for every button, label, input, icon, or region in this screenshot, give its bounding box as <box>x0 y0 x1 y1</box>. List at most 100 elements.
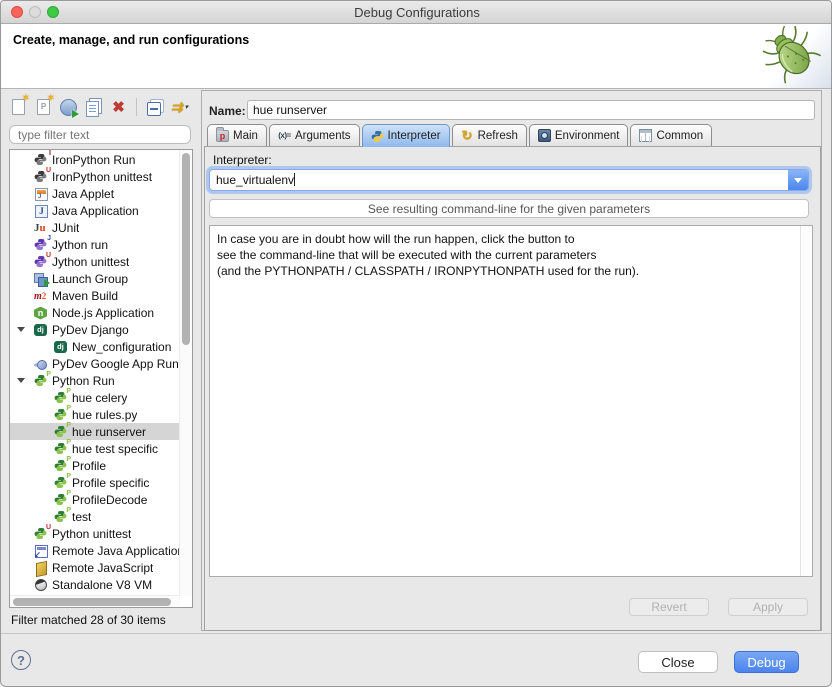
filter-configurations-button[interactable]: ⇉▾ <box>170 98 189 117</box>
common-tab-icon <box>639 129 652 142</box>
java-applet-icon: J <box>34 187 48 201</box>
tree-item-remote-javascript[interactable]: Remote JavaScript <box>10 559 180 576</box>
chevron-down-icon[interactable] <box>788 170 808 190</box>
tab-label: Main <box>233 130 258 142</box>
tree-item-label: Remote JavaScript <box>52 561 153 575</box>
snake-green-icon: P <box>54 476 68 490</box>
bug-icon <box>745 24 831 88</box>
django-icon: dj <box>54 340 68 354</box>
tree-item-pydev-google-app-run[interactable]: PyDev Google App Run <box>10 355 180 372</box>
new-config-icon: ✶ <box>12 99 25 115</box>
see-command-line-button[interactable]: See resulting command-line for the given… <box>209 199 809 218</box>
tree-item-profile-specific[interactable]: PProfile specific <box>10 474 180 491</box>
info-scrollbar[interactable] <box>800 226 812 576</box>
tree-horizontal-scrollbar[interactable] <box>10 595 180 607</box>
tab-arguments[interactable]: (x)= Arguments <box>269 124 360 146</box>
interpreter-info-text: In case you are in doubt how will the ru… <box>217 231 794 279</box>
new-prototype-icon: P✶ <box>37 99 50 115</box>
help-button[interactable]: ? <box>11 650 31 670</box>
export-configurations-button[interactable] <box>59 98 78 117</box>
filter-input[interactable] <box>9 125 191 144</box>
tree-vertical-scrollbar[interactable] <box>179 150 192 596</box>
tree-item-label: Standalone V8 VM <box>52 578 152 592</box>
tree-item-profiledecode[interactable]: P ProfileDecode <box>10 491 180 508</box>
snake-green-icon: P <box>54 391 68 405</box>
v8-icon <box>34 578 48 592</box>
tree-item-test[interactable]: Ptest <box>10 508 180 525</box>
tab-label: Arguments <box>295 130 351 142</box>
expand-arrow-icon[interactable] <box>17 327 25 332</box>
tree-item-java-application[interactable]: JJava Application <box>10 202 180 219</box>
tree-item-ironpython-run[interactable]: IIronPython Run <box>10 151 180 168</box>
tree-item-label: hue celery <box>72 391 127 405</box>
tree-item-python-run[interactable]: PPython Run <box>10 372 180 389</box>
tab-main[interactable]: pMain <box>207 124 267 146</box>
tree-horizontal-scrollbar-thumb[interactable] <box>13 598 171 606</box>
tab-label: Refresh <box>478 130 518 142</box>
name-input[interactable] <box>247 100 815 120</box>
tree-item-jython-run[interactable]: JJython run <box>10 236 180 253</box>
expand-arrow-icon[interactable] <box>17 378 25 383</box>
filter-icon: ⇉▾ <box>171 100 188 114</box>
java-app-icon: J <box>34 204 48 218</box>
tree-item-profile[interactable]: PProfile <box>10 457 180 474</box>
junit-icon: Ju <box>34 221 48 235</box>
new-prototype-button[interactable]: P✶ <box>34 98 53 117</box>
snake-green-icon: P <box>54 425 68 439</box>
tree-item-remote-java-application[interactable]: ↙Remote Java Application <box>10 542 180 559</box>
configuration-tabs: pMain (x)= Arguments Interpreter ↻ Refresh Env… <box>207 124 712 147</box>
tree-item-label: ProfileDecode <box>72 493 147 507</box>
tree-item-label: Jython unittest <box>52 255 129 269</box>
tree-vertical-scrollbar-thumb[interactable] <box>182 153 190 345</box>
snake-green-icon: P <box>54 493 68 507</box>
configurations-tree: IIronPython RunUIronPython unittestJJava… <box>9 149 193 608</box>
bug-image-container <box>745 24 832 88</box>
tree-item-node-js-application[interactable]: nNode.js Application <box>10 304 180 321</box>
remote-js-icon <box>34 561 48 575</box>
text-cursor <box>294 173 295 186</box>
snake-green-icon: P <box>54 459 68 473</box>
apply-button[interactable]: Apply <box>728 598 808 616</box>
tree-item-ironpython-unittest[interactable]: UIronPython unittest <box>10 168 180 185</box>
duplicate-configuration-button[interactable] <box>84 98 103 117</box>
tree-item-java-applet[interactable]: JJava Applet <box>10 185 180 202</box>
debug-configurations-dialog: Debug Configurations Create, manage, and… <box>0 0 832 687</box>
interpreter-combobox[interactable]: hue_virtualenv <box>209 169 809 191</box>
tree-item-new-configuration[interactable]: djNew_configuration <box>10 338 180 355</box>
tree-item-hue-runserver[interactable]: Phue runserver <box>10 423 180 440</box>
interpreter-value: hue_virtualenv <box>210 173 788 187</box>
tab-label: Common <box>656 130 703 142</box>
arguments-tab-icon: (x)= <box>278 129 291 142</box>
refresh-tab-icon: ↻ <box>461 129 474 142</box>
tree-item-label: hue rules.py <box>72 408 137 422</box>
tree-item-label: JUnit <box>52 221 79 235</box>
tree-item-hue-celery[interactable]: Phue celery <box>10 389 180 406</box>
tab-interpreter[interactable]: Interpreter <box>362 124 450 147</box>
node-icon: n <box>34 306 48 320</box>
tree-item-hue-test-specific[interactable]: Phue test specific <box>10 440 180 457</box>
filter-matched-status: Filter matched 28 of 30 items <box>11 613 166 627</box>
tab-refresh[interactable]: ↻ Refresh <box>452 124 527 146</box>
tree-item-maven-build[interactable]: m2Maven Build <box>10 287 180 304</box>
collapse-all-button[interactable] <box>145 98 164 117</box>
debug-button[interactable]: Debug <box>734 651 799 673</box>
tree-item-python-unittest[interactable]: UPython unittest <box>10 525 180 542</box>
dialog-header: Create, manage, and run configurations <box>1 24 832 89</box>
new-launch-configuration-button[interactable]: ✶ <box>9 98 28 117</box>
collapse-all-icon <box>149 99 161 116</box>
delete-configuration-button[interactable]: ✖ <box>109 98 128 117</box>
close-button[interactable]: Close <box>638 651 718 673</box>
tree-item-junit[interactable]: Ju JUnit <box>10 219 180 236</box>
tree-item-standalone-v8-vm[interactable]: Standalone V8 VM <box>10 576 180 593</box>
tree-item-jython-unittest[interactable]: UJython unittest <box>10 253 180 270</box>
snake-green-icon: P <box>54 408 68 422</box>
tree-item-hue-rules-py[interactable]: Phue rules.py <box>10 406 180 423</box>
tree-item-label: PyDev Django <box>52 323 129 337</box>
revert-button[interactable]: Revert <box>629 598 709 616</box>
tree-item-launch-group[interactable]: Launch Group <box>10 270 180 287</box>
snake-green-icon: P <box>54 442 68 456</box>
tree-item-label: Remote Java Application <box>52 544 180 558</box>
tab-common[interactable]: Common <box>630 124 712 146</box>
tab-environment[interactable]: Environment <box>529 124 629 146</box>
tree-item-pydev-django[interactable]: djPyDev Django <box>10 321 180 338</box>
